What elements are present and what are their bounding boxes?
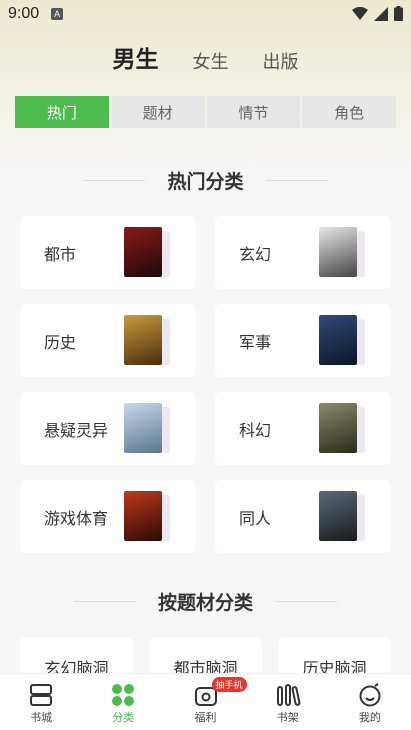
divider: [73, 600, 136, 602]
notification-a-icon: A: [51, 8, 64, 20]
category-label: 同人: [239, 508, 272, 528]
bottom-navigation: 书城 分类 抽手机 福利 书架 我的: [0, 673, 411, 730]
nav-welfare[interactable]: 抽手机 福利: [164, 674, 247, 730]
category-card-tongren[interactable]: 同人: [215, 480, 391, 553]
gender-tabs: 男生 女生 出版: [0, 38, 411, 74]
book-cover-stack: [319, 491, 365, 543]
book-cover: [124, 491, 162, 541]
book-cover: [124, 227, 162, 277]
category-label: 科幻: [239, 420, 272, 440]
book-cover-stack: [319, 403, 365, 455]
segment-role[interactable]: 角色: [302, 96, 396, 128]
book-cover: [124, 403, 162, 453]
category-card-junshi[interactable]: 军事: [215, 304, 391, 377]
divider: [83, 179, 146, 181]
book-cover-stack: [319, 315, 365, 367]
nav-category[interactable]: 分类: [82, 674, 164, 730]
topic-card-xuanhuan[interactable]: 玄幻脑洞: [20, 637, 133, 678]
book-cover-stack: [319, 227, 365, 279]
category-label: 游戏体育: [44, 508, 109, 528]
bookstore-icon: [30, 684, 53, 706]
profile-icon: [359, 683, 381, 707]
book-cover: [124, 315, 162, 365]
topic-section-label: 按题材分类: [157, 591, 253, 614]
book-cover: [319, 403, 357, 453]
category-label: 玄幻: [239, 244, 272, 264]
wifi-icon: [352, 6, 368, 20]
hot-section-label: 热门分类: [167, 170, 244, 193]
hot-section-title: 热门分类: [0, 166, 411, 194]
nav-bookstore[interactable]: 书城: [0, 674, 82, 730]
segment-plot[interactable]: 情节: [206, 96, 301, 128]
divider: [265, 179, 328, 181]
divider: [275, 600, 337, 602]
book-cover-stack: [124, 403, 170, 455]
book-cover-stack: [124, 315, 170, 367]
topic-card-dushi[interactable]: 都市脑洞: [149, 637, 262, 678]
nav-label: 我的: [358, 711, 381, 724]
category-label: 悬疑灵异: [44, 420, 109, 440]
topic-row: 玄幻脑洞 都市脑洞 历史脑洞: [20, 637, 391, 678]
category-label: 历史: [44, 332, 77, 352]
category-card-dushi[interactable]: 都市: [20, 216, 196, 289]
category-type-segment: 热门 题材 情节 角色: [15, 96, 396, 128]
category-card-xuanhuan[interactable]: 玄幻: [215, 216, 391, 289]
nav-bookshelf[interactable]: 书架: [247, 674, 329, 730]
category-card-kehuan[interactable]: 科幻: [215, 392, 391, 465]
category-card-xuanyi[interactable]: 悬疑灵异: [20, 392, 196, 465]
book-cover: [319, 315, 357, 365]
category-icon: [112, 684, 135, 706]
topic-card-lishi[interactable]: 历史脑洞: [278, 637, 391, 678]
topic-section-title: 按题材分类: [0, 587, 411, 615]
status-bar: 9:00 A: [0, 0, 411, 28]
book-cover-stack: [124, 227, 170, 279]
signal-icon: [374, 6, 388, 21]
segment-hot[interactable]: 热门: [15, 96, 109, 128]
category-label: 都市: [44, 244, 77, 264]
nav-label: 书城: [30, 711, 53, 724]
segment-topic[interactable]: 题材: [110, 96, 205, 128]
book-cover: [319, 491, 357, 541]
tab-male[interactable]: 男生: [113, 40, 159, 74]
category-card-youxi[interactable]: 游戏体育: [20, 480, 196, 553]
nav-label: 分类: [112, 711, 135, 724]
nav-label: 福利: [194, 711, 217, 724]
battery-icon: [394, 6, 403, 21]
category-card-lishi[interactable]: 历史: [20, 304, 196, 377]
welfare-badge: 抽手机: [211, 677, 247, 692]
tab-publish[interactable]: 出版: [263, 48, 299, 74]
category-label: 军事: [239, 332, 272, 352]
book-cover: [319, 227, 357, 277]
nav-profile[interactable]: 我的: [329, 674, 411, 730]
tab-female[interactable]: 女生: [193, 48, 229, 74]
status-time: 9:00: [8, 5, 40, 22]
nav-label: 书架: [276, 711, 299, 724]
bookshelf-icon: [276, 684, 301, 706]
book-cover-stack: [124, 491, 170, 543]
